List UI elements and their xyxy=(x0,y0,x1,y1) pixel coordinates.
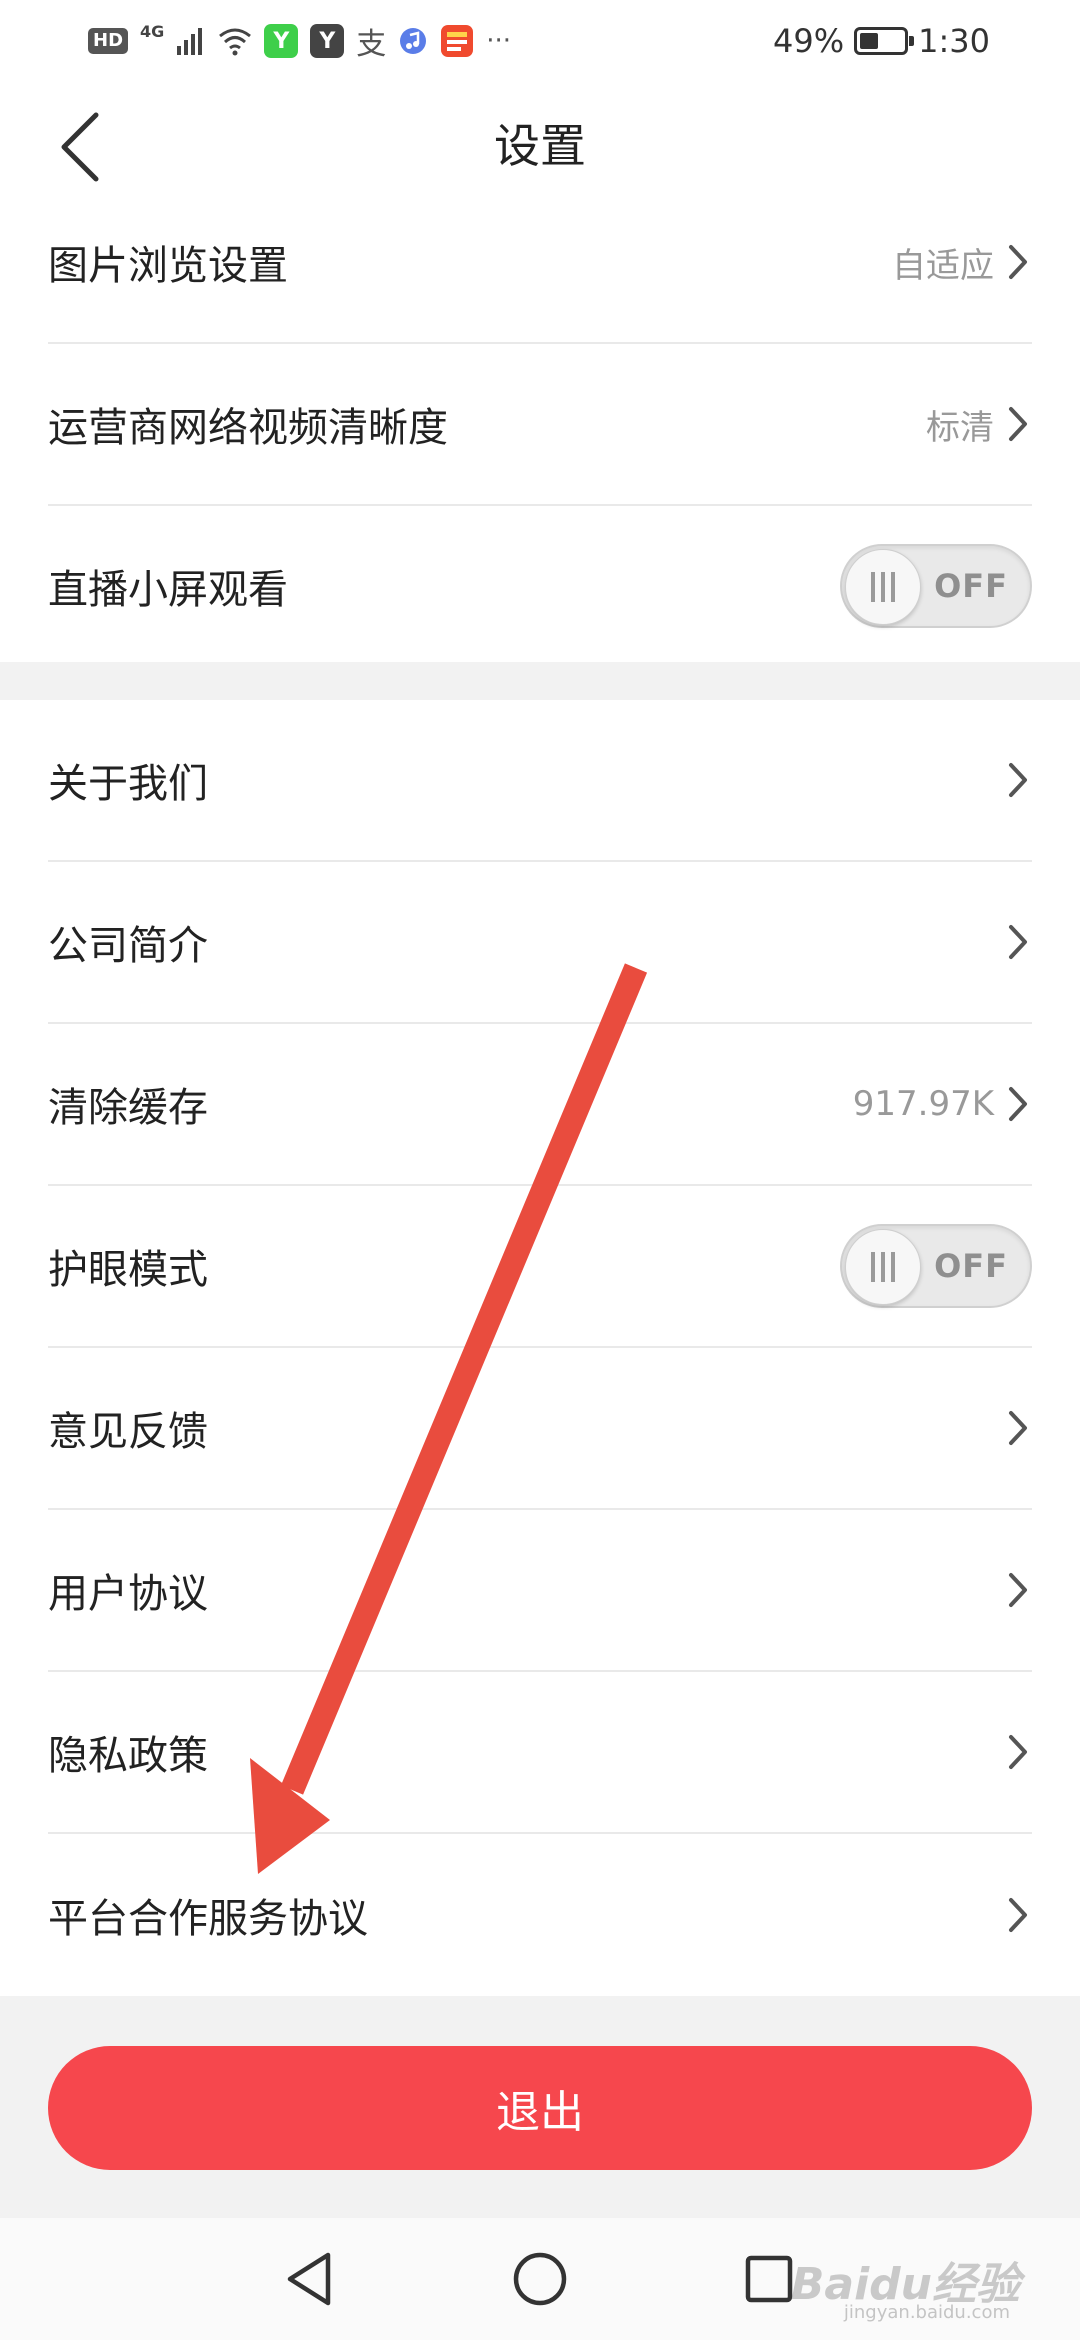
cache-size-value: 917.97K xyxy=(852,1084,994,1124)
toggle-knob xyxy=(845,1229,921,1305)
news-app-icon xyxy=(441,25,474,57)
alipay-icon: 支 xyxy=(356,27,387,62)
row-label: 隐私政策 xyxy=(48,1733,208,1779)
system-back-button[interactable] xyxy=(268,2238,350,2320)
row-label: 意见反馈 xyxy=(48,1409,208,1455)
settings-row-live-small-screen: 直播小屏观看 OFF xyxy=(48,506,1032,668)
live-small-screen-toggle[interactable]: OFF xyxy=(840,544,1032,628)
row-label: 图片浏览设置 xyxy=(48,243,288,289)
eye-protection-toggle[interactable]: OFF xyxy=(840,1224,1032,1308)
baidu-watermark-url: jingyan.baidu.com xyxy=(843,2302,1010,2323)
system-home-button[interactable] xyxy=(499,2238,581,2320)
settings-row-image-browsing[interactable]: 图片浏览设置 自适应 xyxy=(48,182,1032,344)
network-type-label: 4G xyxy=(140,21,165,41)
settings-row-video-quality[interactable]: 运营商网络视频清晰度 标清 xyxy=(48,344,1032,506)
toggle-state: OFF xyxy=(934,567,1008,605)
grip-icon xyxy=(871,1252,895,1282)
chevron-right-icon xyxy=(1004,760,1032,800)
chevron-right-icon xyxy=(1004,1408,1032,1448)
chevron-right-icon xyxy=(1004,1570,1032,1610)
wifi-icon xyxy=(219,28,252,56)
section-divider xyxy=(0,662,1080,700)
row-value: 自适应 xyxy=(892,245,994,286)
triangle-back-icon xyxy=(287,2252,331,2306)
row-label: 用户协议 xyxy=(48,1571,208,1617)
chevron-right-icon xyxy=(1004,1084,1032,1124)
row-value: 标清 xyxy=(926,407,994,448)
clock: 1:30 xyxy=(918,22,990,60)
battery-level-fill xyxy=(860,33,878,49)
chevron-right-icon xyxy=(1004,1895,1032,1935)
app-y-green-icon: Y xyxy=(264,24,299,58)
system-nav-bar: Baidu经验 jingyan.baidu.com xyxy=(0,2218,1080,2340)
battery-percent: 49% xyxy=(773,22,845,60)
settings-row-platform-cooperation-agreement[interactable]: 平台合作服务协议 xyxy=(48,1834,1032,1996)
settings-row-about-us[interactable]: 关于我们 xyxy=(48,700,1032,862)
settings-row-privacy-policy[interactable]: 隐私政策 xyxy=(48,1672,1032,1834)
row-label: 运营商网络视频清晰度 xyxy=(48,405,448,451)
row-label: 公司简介 xyxy=(48,923,208,969)
toggle-state: OFF xyxy=(934,1247,1008,1285)
circle-home-icon xyxy=(513,2252,567,2306)
logout-button[interactable]: 退出 xyxy=(48,2046,1032,2170)
status-bar: HD 4G Y Y 支 ··· 49% 1:30 xyxy=(0,0,1080,82)
settings-row-eye-protection: 护眼模式 OFF xyxy=(48,1186,1032,1348)
grip-icon xyxy=(871,572,895,602)
row-label: 直播小屏观看 xyxy=(48,567,288,613)
chevron-right-icon xyxy=(1004,922,1032,962)
music-icon xyxy=(400,28,427,54)
settings-row-company-intro[interactable]: 公司简介 xyxy=(48,862,1032,1024)
settings-row-clear-cache[interactable]: 清除缓存 917.97K xyxy=(48,1024,1032,1186)
battery-icon xyxy=(854,27,915,55)
app-y-dark-icon: Y xyxy=(310,24,345,58)
settings-group-display: 图片浏览设置 自适应 运营商网络视频清晰度 标清 直播小屏观看 OFF xyxy=(0,182,1080,668)
row-label: 关于我们 xyxy=(48,761,208,807)
row-label: 平台合作服务协议 xyxy=(48,1896,368,1942)
chevron-right-icon xyxy=(1004,404,1032,444)
square-recents-icon xyxy=(745,2255,793,2303)
status-right: 49% 1:30 xyxy=(773,18,990,64)
row-label: 护眼模式 xyxy=(48,1247,208,1293)
chevron-right-icon xyxy=(1004,1732,1032,1772)
row-label: 清除缓存 xyxy=(48,1085,208,1131)
settings-row-feedback[interactable]: 意见反馈 xyxy=(48,1348,1032,1510)
hd-icon: HD xyxy=(88,28,129,54)
settings-row-user-agreement[interactable]: 用户协议 xyxy=(48,1510,1032,1672)
chevron-right-icon xyxy=(1004,242,1032,282)
more-notifications-icon: ··· xyxy=(486,26,512,56)
signal-icon xyxy=(177,28,203,55)
settings-group-general: 关于我们 公司简介 清除缓存 917.97K 护眼模式 OFF 意见反馈 用户协… xyxy=(0,700,1080,1996)
logout-area: 退出 xyxy=(0,1996,1080,2218)
toggle-knob xyxy=(845,549,921,625)
status-left: HD 4G Y Y 支 ··· xyxy=(88,18,511,64)
